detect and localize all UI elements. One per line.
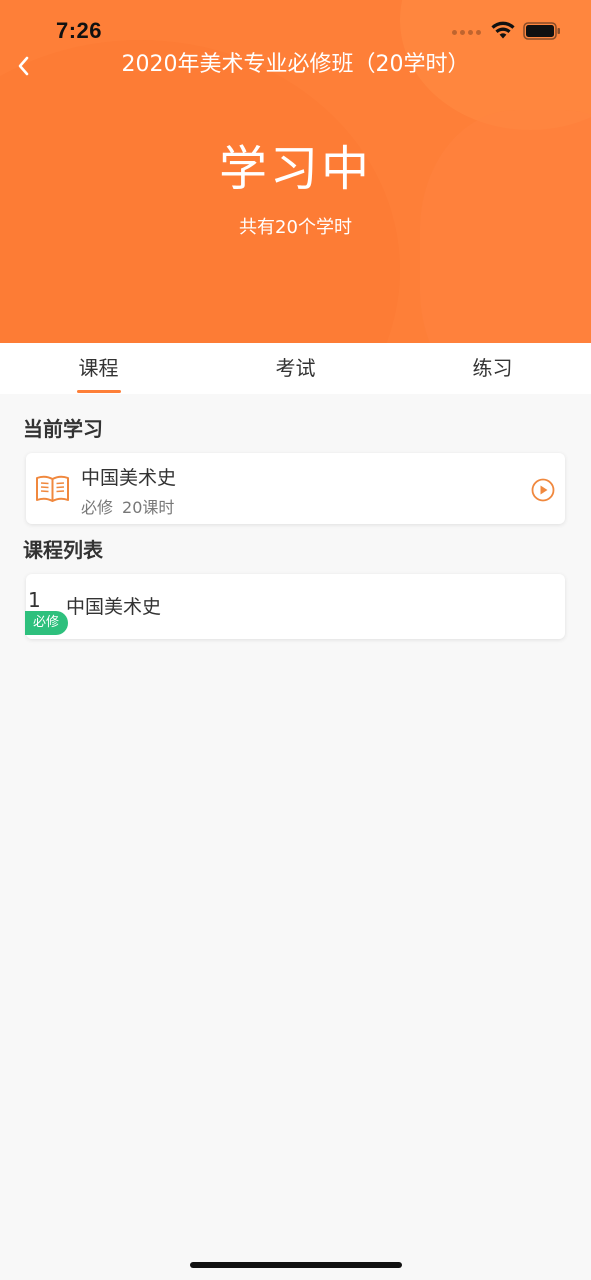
current-learning-heading: 当前学习 (23, 417, 103, 441)
navigation-bar: 2020年美术专业必修班（20学时） (0, 44, 591, 88)
current-course-card[interactable]: 中国美术史 必修 20课时 (26, 453, 565, 524)
cellular-signal-icon (452, 30, 481, 35)
wifi-icon (491, 21, 515, 39)
battery-icon (523, 22, 560, 40)
tab-courses[interactable]: 课程 (0, 343, 197, 394)
page-title: 2020年美术专业必修班（20学时） (121, 52, 470, 77)
tab-bar: 课程 考试 练习 (0, 343, 591, 394)
course-class-page: 7:26 2020年美术专业必修班（20学时） 学习中 共有20个学时 课程 考… (0, 0, 591, 1280)
play-icon[interactable] (531, 478, 555, 502)
tab-practice[interactable]: 练习 (394, 343, 591, 394)
course-hours-label: 20课时 (122, 498, 175, 517)
home-indicator (190, 1262, 402, 1268)
course-name: 中国美术史 (66, 596, 162, 618)
total-hours-text: 共有20个学时 (239, 217, 352, 238)
course-list-heading: 课程列表 (23, 538, 103, 562)
current-course-meta: 必修 20课时 (81, 494, 174, 518)
open-book-icon (36, 475, 69, 502)
required-badge: 必修 (25, 611, 69, 635)
current-course-name: 中国美术史 (81, 467, 177, 489)
back-arrow-icon[interactable] (10, 48, 38, 84)
course-list-item[interactable]: 1 中国美术史 必修 (25, 574, 565, 639)
status-time: 7:26 (56, 18, 103, 43)
course-type-label: 必修 (81, 498, 114, 517)
learning-status-heading: 学习中 (218, 141, 372, 197)
course-index: 1 (28, 588, 41, 612)
status-bar: 7:26 (0, 0, 591, 50)
header-banner: 7:26 2020年美术专业必修班（20学时） 学习中 共有20个学时 (0, 0, 591, 343)
tab-exams[interactable]: 考试 (197, 343, 394, 394)
